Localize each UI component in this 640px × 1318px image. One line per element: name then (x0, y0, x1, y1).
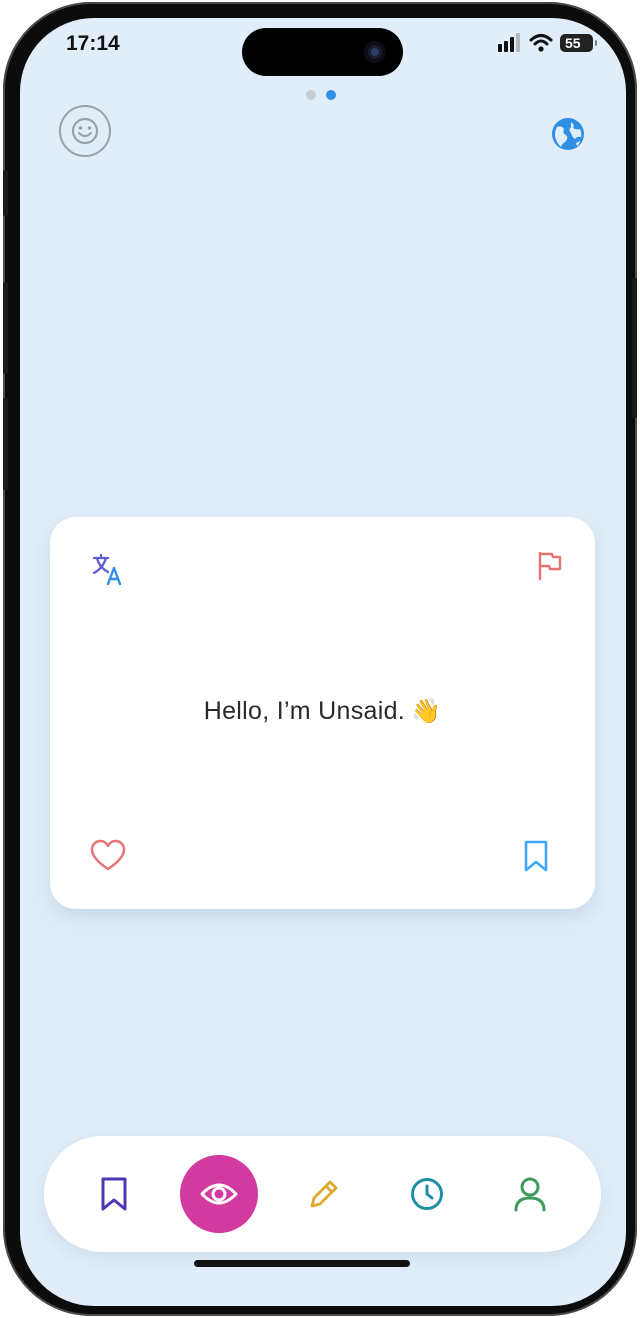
language-button[interactable] (550, 116, 586, 152)
globe-icon (552, 118, 584, 150)
action-button (3, 170, 8, 216)
message-card[interactable]: Hello, I’m Unsaid. 👋 (50, 517, 595, 909)
front-camera-icon (364, 41, 386, 63)
bookmark-icon (524, 840, 548, 872)
wifi-icon (529, 34, 553, 52)
phone-frame: 17:14 55 Hello, I’m Unsaid. 👋 (3, 2, 637, 1316)
heart-icon (90, 839, 126, 871)
card-message-text: Hello, I’m Unsaid. (203, 697, 406, 725)
nav-write[interactable] (284, 1136, 364, 1252)
page-dot-1[interactable] (306, 90, 316, 100)
cellular-signal-icon (498, 33, 520, 52)
flag-icon (538, 551, 562, 581)
translate-button[interactable] (90, 551, 126, 587)
home-indicator[interactable] (194, 1260, 410, 1267)
like-button[interactable] (90, 839, 126, 873)
save-button[interactable] (522, 839, 550, 873)
nav-history[interactable] (387, 1136, 467, 1252)
card-message: Hello, I’m Unsaid. 👋 (50, 697, 595, 726)
battery-icon: 55 (560, 34, 597, 52)
battery-level: 55 (565, 35, 581, 51)
bookmark-icon (101, 1177, 127, 1211)
report-button[interactable] (534, 549, 564, 581)
power-button (632, 278, 637, 418)
mood-button[interactable] (58, 104, 112, 158)
dynamic-island (242, 28, 403, 76)
volume-up-button (3, 282, 8, 374)
page-indicator (306, 90, 336, 100)
nav-browse[interactable] (180, 1155, 258, 1233)
app-screen: 17:14 55 Hello, I’m Unsaid. 👋 (20, 18, 626, 1306)
translate-icon (92, 553, 122, 586)
status-time: 17:14 (66, 32, 120, 55)
smiley-face-icon (59, 105, 111, 157)
pencil-icon (310, 1180, 338, 1208)
waving-hand-emoji: 👋 (411, 698, 442, 725)
clock-icon (411, 1178, 443, 1210)
bottom-nav (44, 1136, 601, 1252)
volume-down-button (3, 398, 8, 490)
eye-icon (200, 1183, 238, 1205)
user-icon (514, 1177, 546, 1212)
nav-saved[interactable] (74, 1136, 154, 1252)
nav-profile[interactable] (490, 1136, 570, 1252)
page-dot-2[interactable] (326, 90, 336, 100)
